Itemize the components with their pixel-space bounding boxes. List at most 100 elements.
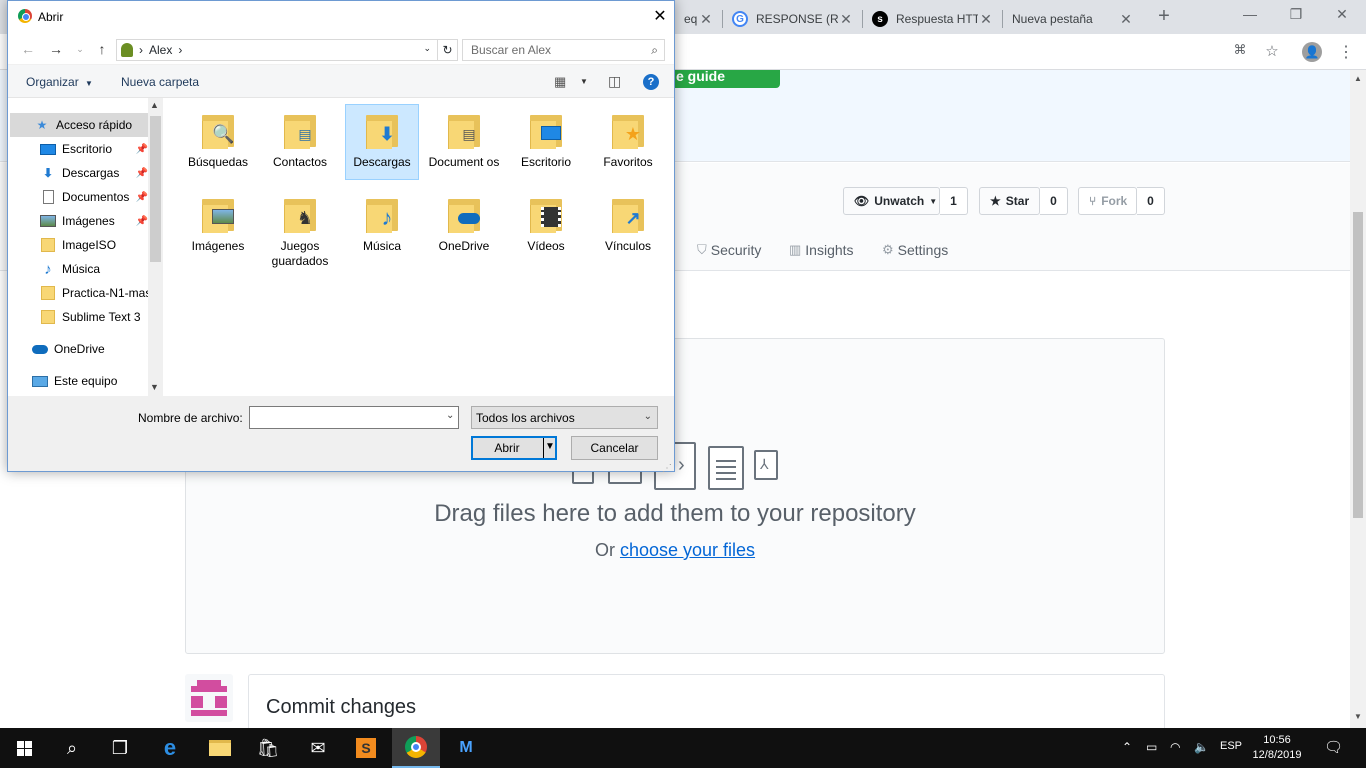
star-count[interactable]: 0 xyxy=(1040,187,1068,215)
open-options-dropdown-icon[interactable]: ▼ xyxy=(545,441,555,452)
sidebar-item-documents[interactable]: Documentos 📌 xyxy=(10,185,148,209)
address-dropdown-icon[interactable]: ⌄ xyxy=(423,43,431,54)
pin-icon[interactable]: 📌 xyxy=(136,192,148,203)
file-type-select[interactable]: Todos los archivos ⌄ xyxy=(471,406,658,429)
breadcrumb-alex[interactable]: Alex xyxy=(149,43,172,57)
profile-avatar-icon[interactable]: 👤 xyxy=(1302,42,1322,62)
tab-close-icon[interactable]: ✕ xyxy=(978,11,994,28)
sidebar-item-pictures[interactable]: Imágenes 📌 xyxy=(10,209,148,233)
sidebar-scroll-thumb[interactable] xyxy=(150,116,161,262)
filename-input[interactable] xyxy=(249,406,459,429)
organize-menu[interactable]: Organizar ▼ xyxy=(26,75,93,89)
store-icon[interactable]: 🛍 xyxy=(244,728,292,768)
sidebar-item-imageiso[interactable]: ImageISO xyxy=(10,233,148,257)
star-button[interactable]: ★ Star xyxy=(979,187,1040,215)
sidebar-item-desktop[interactable]: Escritorio 📌 xyxy=(10,137,148,161)
forward-arrow-icon[interactable]: → xyxy=(48,41,64,57)
scrollbar-thumb[interactable] xyxy=(1353,212,1363,518)
sublime-text-icon[interactable]: S xyxy=(342,728,390,768)
filename-dropdown-icon[interactable]: ⌄ xyxy=(446,410,454,421)
tab-close-icon[interactable]: ✕ xyxy=(1118,11,1134,28)
minimize-icon[interactable]: — xyxy=(1240,6,1260,22)
unwatch-button[interactable]: 👁 Unwatch ▼ xyxy=(843,187,940,215)
task-view-icon[interactable]: ❐ xyxy=(96,728,144,768)
tab-close-icon[interactable]: ✕ xyxy=(698,11,714,28)
preview-pane-icon[interactable]: ◫ xyxy=(608,73,621,90)
up-arrow-icon[interactable]: ↑ xyxy=(94,41,110,57)
sidebar-item-this-pc[interactable]: Este equipo xyxy=(10,369,148,393)
start-button[interactable] xyxy=(0,728,48,768)
sidebar-item-downloads[interactable]: ⬇ Descargas 📌 xyxy=(10,161,148,185)
wifi-icon[interactable]: ◠ xyxy=(1170,740,1180,754)
app-mm-icon[interactable]: M xyxy=(442,728,490,768)
file-explorer-icon[interactable] xyxy=(196,728,244,768)
open-button[interactable]: Abrir ▼ xyxy=(471,436,557,460)
back-arrow-icon[interactable]: ← xyxy=(20,41,36,57)
fork-count[interactable]: 0 xyxy=(1137,187,1165,215)
close-window-icon[interactable]: ✕ xyxy=(1332,6,1352,23)
notifications-icon[interactable]: 🗨 xyxy=(1324,738,1343,756)
menu-dots-icon[interactable]: ⋮ xyxy=(1336,42,1356,62)
chrome-taskbar-icon[interactable] xyxy=(392,728,440,768)
mail-icon[interactable]: ✉ xyxy=(294,728,342,768)
bookmark-star-icon[interactable]: ☆ xyxy=(1262,42,1282,62)
search-icon[interactable]: ⌕ xyxy=(48,728,96,768)
folder-item-favoritos[interactable]: ★ Favoritos xyxy=(591,105,665,181)
scroll-down-icon[interactable]: ▼ xyxy=(1350,712,1366,726)
pin-icon[interactable]: 📌 xyxy=(136,144,148,155)
view-options-icon[interactable]: ▦ xyxy=(554,74,566,90)
new-tab-button[interactable]: + xyxy=(1154,5,1174,28)
scroll-up-icon[interactable]: ▲ xyxy=(1350,74,1366,88)
address-bar[interactable]: › Alex › ⌄ ↻ xyxy=(116,39,458,61)
scroll-down-icon[interactable]: ▼ xyxy=(150,382,159,392)
sidebar-item-music[interactable]: ♪ Música xyxy=(10,257,148,281)
browser-tab-new[interactable]: Nueva pestaña ✕ xyxy=(1004,4,1142,34)
folder-item-descargas[interactable]: ⬇ Descargas xyxy=(345,104,419,180)
pin-icon[interactable]: 📌 xyxy=(136,216,148,227)
clock[interactable]: 10:56 12/8/2019 xyxy=(1252,733,1302,763)
dialog-close-button[interactable]: ✕ xyxy=(648,6,672,26)
watch-count[interactable]: 1 xyxy=(940,187,968,215)
scroll-up-icon[interactable]: ▲ xyxy=(150,100,159,110)
tab-security[interactable]: ⛉ Security xyxy=(697,242,761,258)
battery-icon[interactable]: ▭ xyxy=(1146,740,1157,754)
tab-close-icon[interactable]: ✕ xyxy=(838,11,854,28)
translate-icon[interactable]: ⌘ xyxy=(1230,42,1250,62)
folder-item-onedrive[interactable]: OneDrive xyxy=(427,189,501,265)
folder-item-busquedas[interactable]: 🔍 Búsquedas xyxy=(181,105,255,181)
restore-icon[interactable]: ❐ xyxy=(1286,6,1306,23)
browser-tab-github[interactable]: equ ✕ xyxy=(676,4,722,34)
folder-item-videos[interactable]: Vídeos xyxy=(509,189,583,265)
folder-item-imagenes[interactable]: Imágenes xyxy=(181,189,255,265)
new-folder-button[interactable]: Nueva carpeta xyxy=(121,75,199,89)
browser-tab-google[interactable]: G RESPONSE (RE ✕ xyxy=(724,4,862,34)
chevron-up-icon[interactable]: ⌃ xyxy=(1122,740,1132,754)
search-input[interactable]: Buscar en Alex ⌕ xyxy=(462,39,665,61)
folder-item-musica[interactable]: ♪ Música xyxy=(345,189,419,265)
folder-item-vinculos[interactable]: ↗ Vínculos xyxy=(591,189,665,265)
choose-files-link[interactable]: choose your files xyxy=(620,540,755,560)
sidebar-item-onedrive[interactable]: OneDrive xyxy=(10,337,148,361)
language-indicator[interactable]: ESP xyxy=(1220,740,1242,752)
folder-item-juegos-guardados[interactable]: ♞ Juegos guardados xyxy=(263,189,337,268)
fork-button[interactable]: ⑂ Fork xyxy=(1078,187,1137,215)
cancel-button[interactable]: Cancelar xyxy=(571,436,658,460)
recent-dropdown-icon[interactable]: ⌄ xyxy=(72,44,88,55)
pin-icon[interactable]: 📌 xyxy=(136,168,148,179)
sidebar-item-quick-access[interactable]: ★ Acceso rápido xyxy=(10,113,148,137)
tab-insights[interactable]: ▥ Insights xyxy=(789,242,854,258)
folder-item-documentos[interactable]: ▤ Document os xyxy=(427,105,501,181)
folder-item-contactos[interactable]: ▤ Contactos xyxy=(263,105,337,181)
folder-item-escritorio[interactable]: Escritorio xyxy=(509,105,583,181)
browser-tab-symfony[interactable]: s Respuesta HTT ✕ xyxy=(864,4,1002,34)
dialog-titlebar[interactable]: Abrir ✕ xyxy=(8,1,674,32)
sidebar-item-practica[interactable]: Practica-N1-mas xyxy=(10,281,148,305)
help-icon[interactable]: ? xyxy=(643,74,659,90)
tab-settings[interactable]: ⚙ Settings xyxy=(882,242,948,258)
view-dropdown-icon[interactable]: ▼ xyxy=(580,77,588,86)
resize-grip-icon[interactable]: ⋰ xyxy=(662,463,672,474)
edge-icon[interactable]: e xyxy=(146,728,194,768)
sidebar-item-sublime[interactable]: Sublime Text 3 xyxy=(10,305,148,329)
volume-icon[interactable]: 🔈 xyxy=(1194,740,1209,754)
refresh-icon[interactable]: ↻ xyxy=(437,40,457,60)
